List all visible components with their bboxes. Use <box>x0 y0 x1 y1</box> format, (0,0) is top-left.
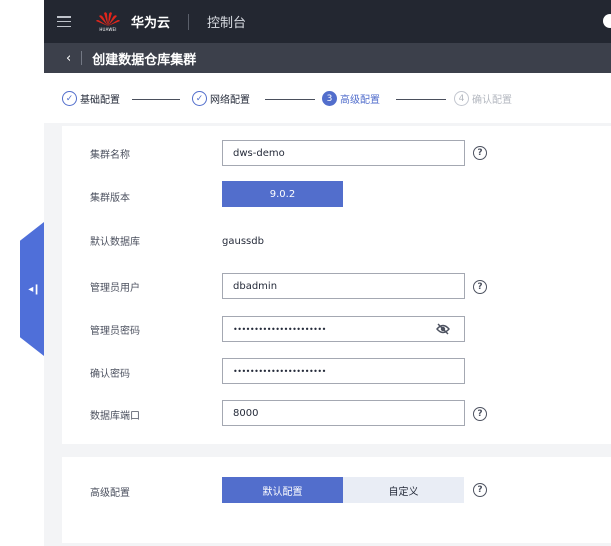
advanced-settings-panel: 高级配置 默认配置 自定义 ? <box>62 457 611 543</box>
cluster-name-input[interactable]: dws-demo <box>222 140 465 166</box>
admin-user-label: 管理员用户 <box>90 283 140 294</box>
console-app: HUAWEI 华为云 控制台 ‹ 创建数据仓库集群 ✓ 基础配置 ✓ 网络配置 <box>44 0 611 546</box>
step-advanced: 3 高级配置 <box>322 91 380 106</box>
check-circle-icon: ✓ <box>192 91 207 106</box>
collapse-left-icon: ◂❙ <box>28 283 40 295</box>
help-icon[interactable]: ? <box>473 407 487 421</box>
help-icon[interactable]: ? <box>473 146 487 160</box>
step-label: 高级配置 <box>340 95 380 106</box>
advanced-config-toggle: 默认配置 自定义 <box>222 477 464 503</box>
db-port-input[interactable]: 8000 <box>222 400 465 426</box>
db-port-label: 数据库端口 <box>90 411 140 422</box>
admin-password-input[interactable]: •••••••••••••••••••••• <box>222 316 465 342</box>
step-basic: ✓ 基础配置 <box>62 91 120 106</box>
cluster-name-label: 集群名称 <box>90 150 130 161</box>
wizard-steps: ✓ 基础配置 ✓ 网络配置 3 高级配置 4 确认配置 <box>44 73 611 123</box>
check-circle-icon: ✓ <box>62 91 77 106</box>
step-connector <box>396 99 446 100</box>
help-icon[interactable]: ? <box>473 483 487 497</box>
confirm-password-value: •••••••••••••••••••••• <box>233 366 326 376</box>
top-header: HUAWEI 华为云 控制台 <box>44 0 611 43</box>
step-number-icon: 4 <box>454 91 469 106</box>
console-link[interactable]: 控制台 <box>207 12 246 31</box>
page-title: 创建数据仓库集群 <box>92 52 197 68</box>
admin-user-input[interactable]: dbadmin <box>222 273 465 299</box>
cluster-version-button[interactable]: 9.0.2 <box>222 181 343 207</box>
confirm-password-input[interactable]: •••••••••••••••••••••• <box>222 358 465 384</box>
brand-name[interactable]: 华为云 <box>131 12 170 31</box>
huawei-logo[interactable]: HUAWEI <box>95 11 121 33</box>
page-header-divider <box>81 51 83 65</box>
step-number-icon: 3 <box>322 91 337 106</box>
confirm-password-label: 确认密码 <box>90 369 130 380</box>
advanced-config-label: 高级配置 <box>90 488 130 499</box>
step-connector <box>132 99 180 100</box>
default-db-value: gaussdb <box>222 236 264 247</box>
collapse-sidebar-handle[interactable]: ◂❙ <box>20 222 44 356</box>
huawei-flower-icon <box>96 11 120 26</box>
page-header: ‹ 创建数据仓库集群 <box>44 43 611 73</box>
help-icon[interactable]: ? <box>473 280 487 294</box>
screen-root: ◂❙ HUAWEI 华为云 控制台 ‹ 创建数据仓库集群 ✓ 基础配置 ✓ 网络… <box>0 0 611 546</box>
admin-password-label: 管理员密码 <box>90 326 140 337</box>
custom-config-option[interactable]: 自定义 <box>343 477 464 503</box>
default-config-option[interactable]: 默认配置 <box>222 477 343 503</box>
step-network: ✓ 网络配置 <box>192 91 250 106</box>
step-confirm: 4 确认配置 <box>454 91 512 106</box>
advanced-config-form: 集群名称 dws-demo ? 集群版本 9.0.2 默认数据库 gaussdb… <box>62 126 611 444</box>
step-connector <box>265 99 315 100</box>
logo-text: HUAWEI <box>99 26 117 32</box>
header-divider <box>188 13 190 30</box>
default-db-label: 默认数据库 <box>90 237 140 248</box>
hamburger-menu-icon[interactable] <box>57 16 71 27</box>
step-label: 确认配置 <box>472 95 512 106</box>
step-label: 基础配置 <box>80 95 120 106</box>
eye-off-icon[interactable] <box>436 323 450 335</box>
back-chevron-icon[interactable]: ‹ <box>66 51 71 66</box>
cluster-version-label: 集群版本 <box>90 193 130 204</box>
admin-password-value: •••••••••••••••••••••• <box>233 324 326 334</box>
step-label: 网络配置 <box>210 95 250 106</box>
user-avatar[interactable] <box>603 14 611 28</box>
